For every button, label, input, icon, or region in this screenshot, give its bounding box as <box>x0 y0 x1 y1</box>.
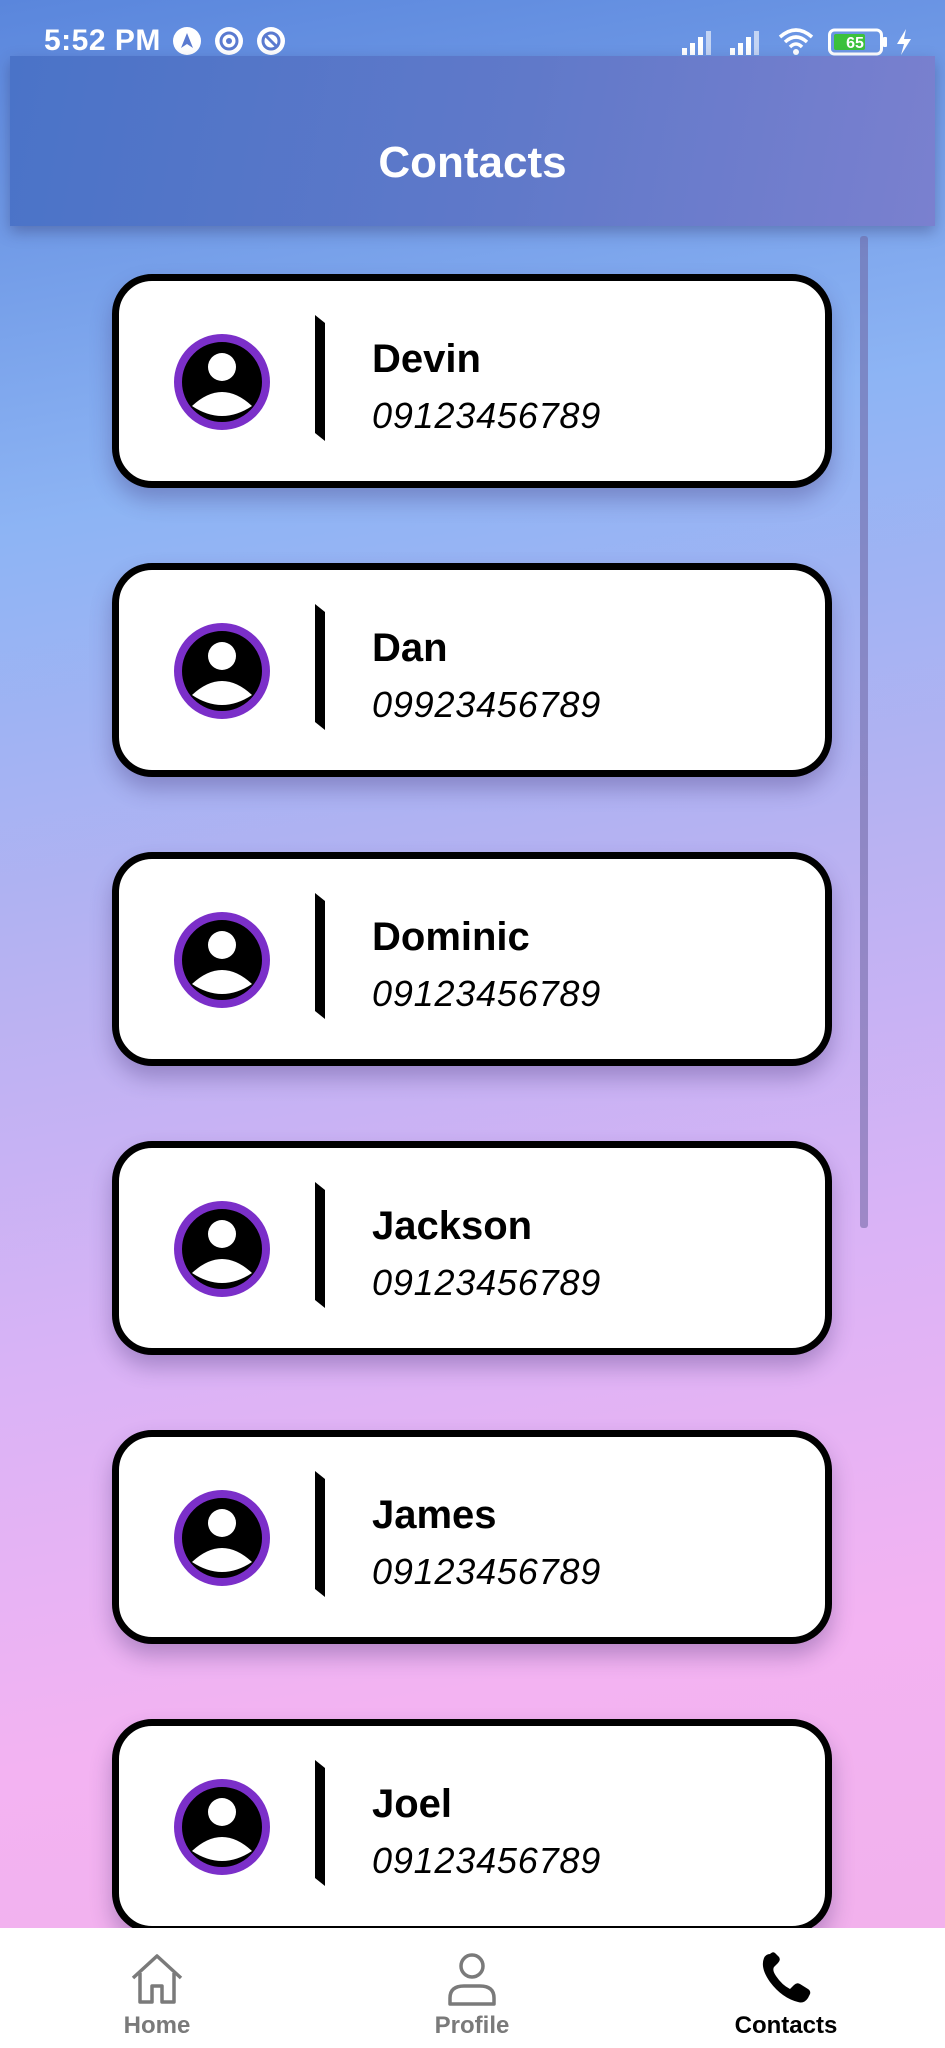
divider <box>315 1182 325 1308</box>
contact-card[interactable]: Dan 09923456789 <box>112 563 832 777</box>
contact-name: James <box>372 1493 497 1537</box>
contact-phone: 09123456789 <box>372 1262 602 1303</box>
avatar-icon <box>174 1490 270 1586</box>
nav-home[interactable]: Home <box>57 1928 257 2048</box>
contact-list[interactable]: Devin 09123456789 Dan 09923456789 Domini… <box>0 0 945 1928</box>
contact-card[interactable]: Devin 09123456789 <box>112 274 832 488</box>
phone-icon <box>762 1952 811 2003</box>
divider <box>315 893 325 1019</box>
contact-card[interactable]: James 09123456789 <box>112 1430 832 1644</box>
divider <box>315 604 325 730</box>
contact-name: Dominic <box>372 915 530 959</box>
nav-contacts[interactable]: Contacts <box>686 1928 886 2048</box>
avatar-icon <box>174 912 270 1008</box>
contact-phone: 09123456789 <box>372 1840 602 1881</box>
divider <box>315 315 325 441</box>
avatar-icon <box>174 623 270 719</box>
divider <box>315 1760 325 1886</box>
contact-name: Joel <box>372 1782 453 1826</box>
contact-phone: 09123456789 <box>372 395 602 436</box>
divider <box>315 1471 325 1597</box>
nav-profile[interactable]: Profile <box>372 1928 572 2048</box>
contact-phone: 09123456789 <box>372 973 602 1014</box>
bottom-navigation: Home Profile Contacts <box>0 1928 945 2048</box>
home-icon <box>131 1954 183 2004</box>
contact-name: Jackson <box>372 1204 533 1248</box>
avatar-icon <box>174 1779 270 1875</box>
contact-card[interactable]: Dominic 09123456789 <box>112 852 832 1066</box>
contact-card[interactable]: Jackson 09123456789 <box>112 1141 832 1355</box>
contact-name: Dan <box>372 626 448 670</box>
contact-name: Devin <box>372 337 481 381</box>
avatar-icon <box>174 334 270 430</box>
contact-card[interactable]: Joel 09123456789 <box>112 1719 832 1928</box>
nav-profile-label: Profile <box>434 2012 510 2039</box>
nav-home-label: Home <box>123 2012 191 2039</box>
contact-phone: 09123456789 <box>372 1551 602 1592</box>
avatar-icon <box>174 1201 270 1297</box>
nav-contacts-label: Contacts <box>734 2012 838 2039</box>
contact-phone: 09923456789 <box>372 684 602 725</box>
person-icon <box>448 1953 496 2006</box>
scrollbar[interactable] <box>860 236 868 1228</box>
